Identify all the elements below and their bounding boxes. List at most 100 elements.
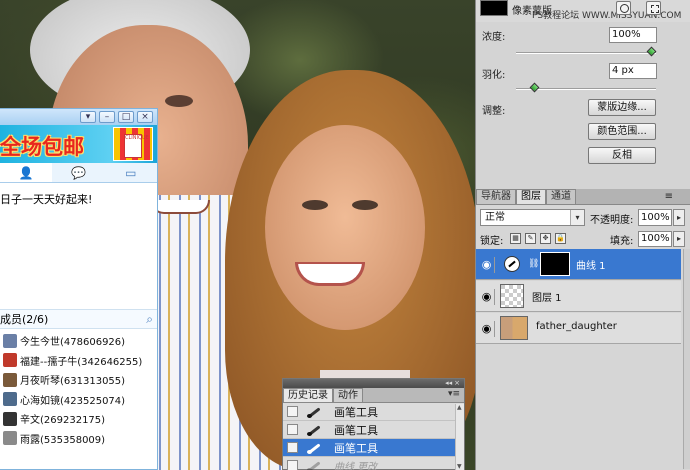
- tab-chat-icon[interactable]: 💬: [52, 163, 104, 182]
- history-panel[interactable]: ◂◂ × 历史记录 动作 ▾≡ 画笔工具 画笔工具 画笔工具 曲线 更改: [282, 378, 465, 470]
- member-name: 福建--孺子牛(342646255): [20, 356, 143, 368]
- layers-scrollbar[interactable]: [683, 249, 690, 469]
- group-announcement: 日子一天天好起来!: [0, 193, 93, 206]
- mask-edge-button[interactable]: 蒙版边缘...: [588, 99, 656, 116]
- chat-menu-button[interactable]: ▾: [80, 111, 96, 123]
- history-item[interactable]: 曲线 更改: [283, 457, 464, 470]
- layer-name: father_daughter: [536, 321, 617, 332]
- qq-group-chat-window[interactable]: ▾ – □ × 全场包邮 CLINIQUE 👤 💬 ▭ 日子一天天好起来! 成员…: [0, 108, 158, 470]
- tab-layers[interactable]: 图层: [516, 189, 546, 204]
- list-item[interactable]: 福建--孺子牛(342646255): [0, 351, 157, 371]
- lock-position-icon[interactable]: ✥: [540, 233, 551, 244]
- history-item-label: 画笔工具: [334, 441, 378, 455]
- history-source-checkbox[interactable]: [287, 460, 298, 470]
- close-icon[interactable]: ×: [454, 380, 460, 387]
- opacity-input[interactable]: 100%: [638, 209, 672, 226]
- history-item-label: 画笔工具: [334, 405, 378, 419]
- panel-menu-icon[interactable]: ≡: [665, 191, 673, 202]
- tab-history[interactable]: 历史记录: [283, 388, 333, 402]
- list-item[interactable]: 心海如镜(423525074): [0, 390, 157, 410]
- members-count: 成员(2/6): [0, 313, 49, 326]
- vector-mask-icon[interactable]: [646, 1, 661, 15]
- blend-mode-value: 正常: [485, 212, 505, 223]
- layer-row-curves[interactable]: ◉ ⛓ 曲线 1: [476, 249, 681, 280]
- chat-minimize-button[interactable]: –: [99, 111, 115, 123]
- lock-transparent-icon[interactable]: ▦: [510, 233, 521, 244]
- tab-navigator[interactable]: 导航器: [476, 189, 516, 204]
- history-source-checkbox[interactable]: [287, 442, 298, 453]
- avatar: [3, 333, 17, 348]
- chat-close-button[interactable]: ×: [137, 111, 153, 123]
- link-icon[interactable]: ⛓: [528, 259, 539, 269]
- member-name: 今生今世(478606926): [20, 337, 126, 349]
- member-name: 雨露(535358009): [20, 434, 106, 446]
- panel-menu-icon[interactable]: ▾≡: [448, 389, 460, 399]
- lock-all-icon[interactable]: 🔒: [555, 233, 566, 244]
- members-header: 成员(2/6) ⌕: [0, 309, 157, 329]
- layer-thumbnail: [500, 284, 524, 308]
- curves-icon: [306, 459, 324, 470]
- photo-woman-eye-left: [302, 200, 328, 210]
- blend-mode-select[interactable]: 正常 ▾: [480, 209, 585, 226]
- invert-button[interactable]: 反相: [588, 147, 656, 164]
- tab-actions[interactable]: 动作: [333, 388, 363, 402]
- layer-row-background[interactable]: ◉ father_daughter: [476, 313, 681, 344]
- avatar: [3, 353, 17, 368]
- history-tabs: 历史记录 动作 ▾≡: [283, 388, 464, 403]
- eye-icon[interactable]: ◉: [479, 257, 495, 273]
- history-source-checkbox[interactable]: [287, 406, 298, 417]
- list-item[interactable]: 月夜听琴(631313055): [0, 370, 157, 390]
- tab-channels[interactable]: 通道: [546, 189, 576, 204]
- opacity-slider-arrow-icon[interactable]: ▸: [673, 209, 685, 226]
- chat-tabs[interactable]: 👤 💬 ▭: [0, 163, 157, 183]
- history-panel-grip[interactable]: ◂◂ ×: [283, 379, 464, 388]
- search-icon[interactable]: ⌕: [146, 312, 153, 327]
- density-input[interactable]: 100%: [609, 27, 657, 43]
- eye-icon[interactable]: ◉: [479, 321, 495, 337]
- feather-input[interactable]: 4 px: [609, 63, 657, 79]
- photo-man-eye: [165, 95, 193, 107]
- list-item[interactable]: 辛文(269232175): [0, 409, 157, 429]
- layer-mask-thumbnail[interactable]: [540, 252, 570, 276]
- masks-panel: 浓度: 100% 羽化: 4 px 调整: 蒙版边缘... 颜色范围... 反相…: [476, 22, 690, 207]
- eye-icon[interactable]: ◉: [479, 289, 495, 305]
- history-scrollbar[interactable]: [455, 404, 464, 470]
- member-list: 今生今世(478606926) 福建--孺子牛(342646255) 月夜听琴(…: [0, 331, 157, 448]
- ad-banner-text: 全场包邮: [0, 135, 84, 159]
- curves-adjustment-icon: [504, 256, 520, 272]
- pixel-mask-icon[interactable]: [616, 1, 631, 15]
- brush-icon: [306, 405, 324, 419]
- avatar: [3, 372, 17, 387]
- ad-banner[interactable]: 全场包邮 CLINIQUE: [0, 125, 157, 163]
- tab-members-icon[interactable]: 👤: [0, 163, 53, 182]
- density-label: 浓度:: [482, 32, 506, 43]
- member-name: 辛文(269232175): [20, 415, 106, 427]
- chat-maximize-button[interactable]: □: [118, 111, 134, 123]
- member-name: 心海如镜(423525074): [20, 395, 126, 407]
- color-range-button[interactable]: 颜色范围...: [588, 123, 656, 140]
- history-source-checkbox[interactable]: [287, 424, 298, 435]
- chat-titlebar[interactable]: ▾ – □ ×: [0, 109, 157, 125]
- history-item[interactable]: 画笔工具: [283, 421, 464, 439]
- list-item[interactable]: 今生今世(478606926): [0, 331, 157, 351]
- feather-slider[interactable]: [516, 82, 656, 93]
- lock-image-icon[interactable]: ✎: [525, 233, 536, 244]
- opacity-label: 不透明度:: [590, 215, 634, 226]
- chevron-down-icon[interactable]: ▾: [570, 210, 584, 225]
- history-item-label: 曲线 更改: [334, 462, 378, 470]
- density-slider-handle[interactable]: [646, 46, 657, 57]
- mask-thumbnail: [480, 0, 508, 16]
- feather-slider-handle[interactable]: [529, 82, 539, 93]
- history-item-label: 画笔工具: [334, 423, 378, 437]
- avatar: [3, 431, 17, 446]
- collapse-icon[interactable]: ◂◂: [445, 380, 452, 387]
- tab-window-icon[interactable]: ▭: [105, 163, 157, 182]
- history-item[interactable]: 画笔工具: [283, 403, 464, 421]
- history-item-selected[interactable]: 画笔工具: [283, 439, 464, 457]
- list-item[interactable]: 雨露(535358009): [0, 429, 157, 449]
- layer-row-layer1[interactable]: ◉ 图层 1: [476, 281, 681, 312]
- fill-slider-arrow-icon[interactable]: ▸: [673, 231, 685, 247]
- density-slider[interactable]: [516, 46, 657, 57]
- fill-input[interactable]: 100%: [638, 231, 672, 247]
- layer-name: 曲线 1: [576, 261, 606, 272]
